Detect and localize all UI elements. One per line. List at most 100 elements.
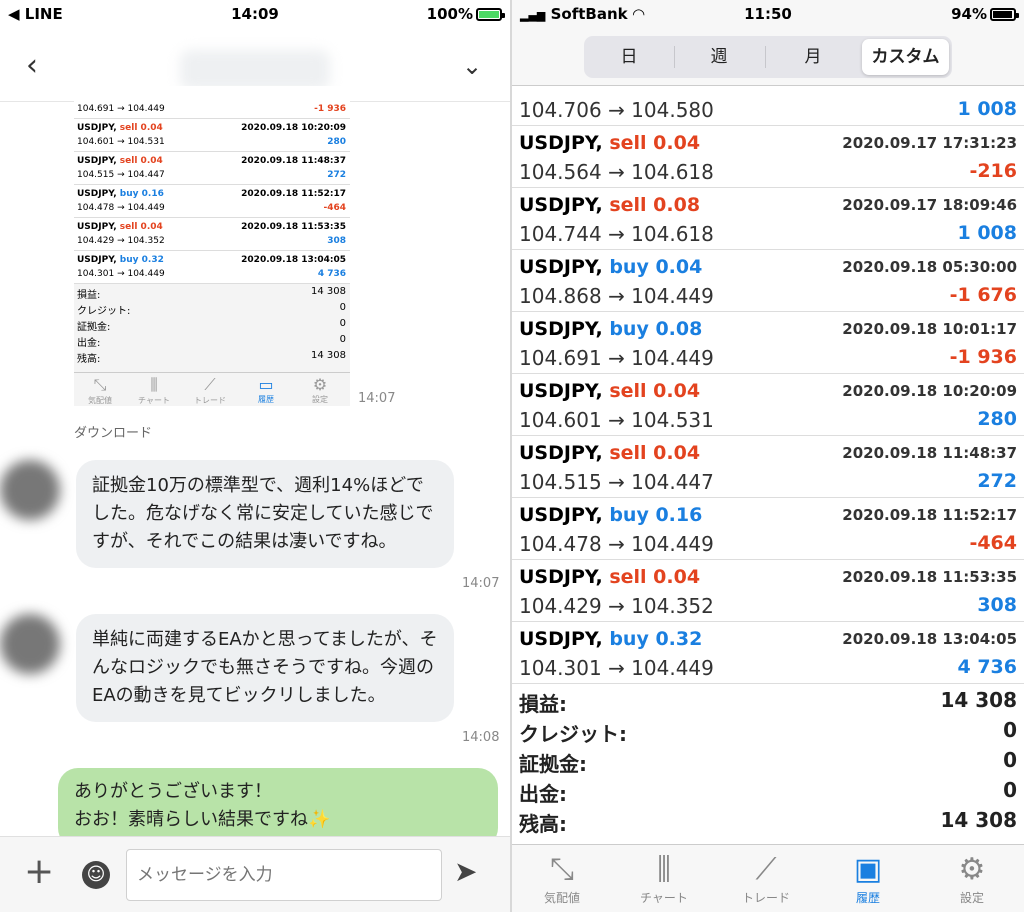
summary-value: 0 [339, 334, 346, 345]
message-bubble: 証拠金10万の標準型で、週利14%ほどでした。危なげなく常に安定していた感じです… [76, 460, 454, 568]
summary-row: 証拠金: 0 [512, 748, 1024, 778]
summary-row: 残高: 14 308 [512, 808, 1024, 838]
trade-row[interactable]: USDJPY, sell 0.04 104.564 → 104.618 2020.0… [512, 126, 1024, 188]
trade-price: 104.601 → 104.531 [77, 137, 165, 147]
message-input[interactable] [126, 849, 442, 901]
download-link[interactable]: ダウンロード [74, 422, 152, 441]
avatar[interactable] [0, 614, 60, 674]
inbox-icon: ▣ [853, 852, 883, 887]
summary-key: 残高: [519, 812, 567, 836]
screenshot-tabbar: ⤡ 気配値 ⫼ チャート ⟋ トレード ▭ 履歴 ⚙ 設定 [74, 372, 350, 406]
trade-date: 2020.09.18 13:04:05 [842, 630, 1017, 648]
trade-symbol: USDJPY, sell 0.04 [77, 222, 163, 232]
avatar[interactable] [0, 460, 60, 520]
trade-date: 2020.09.17 18:09:46 [842, 196, 1017, 214]
trade-price: 104.478 → 104.449 [519, 532, 714, 556]
battery: 100% [427, 5, 505, 23]
trade-row[interactable]: USDJPY, buy 0.16 104.478 → 104.449 2020.09… [512, 498, 1024, 560]
trade-profit: -464 [969, 532, 1017, 554]
trade-symbol: USDJPY, buy 0.16 [77, 189, 164, 199]
trade-symbol: USDJPY, sell 0.04 [77, 123, 163, 133]
trade-row[interactable]: USDJPY, sell 0.04 104.515 → 104.447 2020.0… [512, 436, 1024, 498]
summary-value: 0 [339, 318, 346, 329]
tab-label: 履歴 [855, 891, 880, 905]
back-chevron-icon[interactable]: ‹ [26, 48, 38, 83]
trade-price: 104.706 → 104.580 [519, 98, 714, 122]
trade-symbol: USDJPY, buy 0.16 [519, 504, 703, 526]
emoji-icon[interactable]: ☺ [82, 861, 110, 889]
summary-value: 0 [339, 302, 346, 313]
screenshot-trade-row: USDJPY, sell 0.04 104.515 → 104.447 2020.0… [74, 152, 350, 185]
screenshot-summary-row: 損益: 14 308 [74, 286, 350, 301]
tab-label: 気配値 [543, 891, 580, 905]
trade-symbol: USDJPY, sell 0.04 [519, 380, 701, 402]
summary-key: 出金: [519, 782, 567, 806]
trade-row[interactable]: USDJPY, buy 0.04 104.868 → 104.449 2020.09… [512, 250, 1024, 312]
screenshot-trade-row: 104.691 → 104.449 -1 936 [74, 86, 350, 119]
trade-row[interactable]: USDJPY, sell 0.04 104.429 → 104.352 2020.0… [512, 560, 1024, 622]
trade-price: 104.478 → 104.449 [77, 203, 165, 213]
status-bar: ▂▄▆ SoftBank ◠ 11:50 94% [512, 0, 1024, 30]
summary-value: 0 [1003, 718, 1017, 742]
trade-row[interactable]: USDJPY, sell 0.08 104.744 → 104.618 2020.0… [512, 188, 1024, 250]
status-bar: ◀ LINE 14:09 100% [0, 0, 510, 30]
tab-history[interactable]: ▣ 履歴 [818, 851, 918, 906]
battery-icon [476, 8, 505, 21]
summary-value: 14 308 [311, 350, 346, 361]
screenshot-trade-row: USDJPY, sell 0.04 104.429 → 104.352 2020.0… [74, 218, 350, 251]
trade-date: 2020.09.18 11:52:17 [842, 506, 1017, 524]
screenshot-tab-history: ▭ 履歴 [258, 375, 274, 404]
summary-key: 損益: [77, 290, 101, 301]
tab-quotes[interactable]: ⤡ 気配値 [512, 851, 612, 906]
trade-price: 104.429 → 104.352 [519, 594, 714, 618]
line-chat-screen: ◀ LINE 14:09 100% ‹ ⌄ 104.691 → 104.449 -… [0, 0, 510, 912]
tab-trade[interactable]: ⟋ トレード [716, 851, 816, 906]
trade-profit: -1 936 [314, 104, 346, 114]
trade-profit: 280 [977, 408, 1017, 430]
trade-icon: ⟋ [755, 852, 777, 887]
trade-price: 104.429 → 104.352 [77, 236, 165, 246]
screenshot-summary-row: 出金: 0 [74, 334, 350, 349]
trade-row[interactable]: USDJPY, buy 0.32 104.301 → 104.449 2020.09… [512, 622, 1024, 684]
summary-key: 残高: [77, 354, 101, 365]
trade-row[interactable]: USDJPY, sell 0.04 104.601 → 104.531 2020.0… [512, 374, 1024, 436]
screen: ◀ LINE 14:09 100% ‹ ⌄ 104.691 → 104.449 -… [0, 0, 1024, 912]
bottom-tabbar: ⤡ 気配値 ⫼ チャート ⟋ トレード ▣ 履歴 ⚙ 設定 [512, 844, 1024, 912]
message-time: 14:07 [358, 391, 396, 406]
tab-chart[interactable]: ⫼ チャート [614, 851, 714, 906]
message-line: おお！素晴らしい結果ですね✨ [74, 809, 331, 830]
chat-partner-name-blurred [180, 50, 330, 90]
trade-date: 2020.09.18 10:20:09 [241, 123, 346, 133]
trade-date: 2020.09.18 05:30:00 [842, 258, 1017, 276]
message-time: 14:08 [462, 730, 500, 745]
trade-symbol: USDJPY, buy 0.08 [519, 318, 703, 340]
screenshot-tab-quotes: ⤡ 気配値 [88, 375, 112, 405]
message-line: ありがとうございます！ [74, 781, 272, 802]
tab-settings[interactable]: ⚙ 設定 [922, 851, 1022, 906]
quotes-icon: ⤡ [550, 852, 574, 887]
summary-value: 14 308 [940, 688, 1017, 712]
trade-symbol: USDJPY, buy 0.32 [519, 628, 703, 650]
trade-date: 2020.09.18 11:48:37 [241, 156, 346, 166]
chevron-down-icon[interactable]: ⌄ [462, 52, 482, 80]
summary-value: 14 308 [311, 286, 346, 297]
trade-date: 2020.09.18 11:48:37 [842, 444, 1017, 462]
trade-profit: -464 [323, 203, 346, 213]
battery-icon [990, 8, 1019, 21]
summary-key: 出金: [77, 338, 101, 349]
summary-row: クレジット: 0 [512, 718, 1024, 748]
tab-label: トレード [741, 891, 790, 905]
plus-icon[interactable]: + [24, 851, 54, 892]
shared-screenshot-image[interactable]: 104.691 → 104.449 -1 936 USDJPY, sell 0.04… [74, 86, 350, 406]
trade-price: 104.691 → 104.449 [77, 104, 165, 114]
trade-profit: -1 936 [949, 346, 1017, 368]
screenshot-summary-row: 証拠金: 0 [74, 318, 350, 333]
message-time: 14:07 [462, 576, 500, 591]
trade-row[interactable]: 104.706 → 104.580 1 008 [512, 64, 1024, 126]
screenshot-tab-settings: ⚙ 設定 [312, 375, 328, 404]
send-icon[interactable]: ➤ [454, 855, 477, 888]
screenshot-summary-row: 残高: 14 308 [74, 350, 350, 365]
trade-profit: 308 [977, 594, 1017, 616]
trade-price: 104.868 → 104.449 [519, 284, 714, 308]
trade-row[interactable]: USDJPY, buy 0.08 104.691 → 104.449 2020.09… [512, 312, 1024, 374]
